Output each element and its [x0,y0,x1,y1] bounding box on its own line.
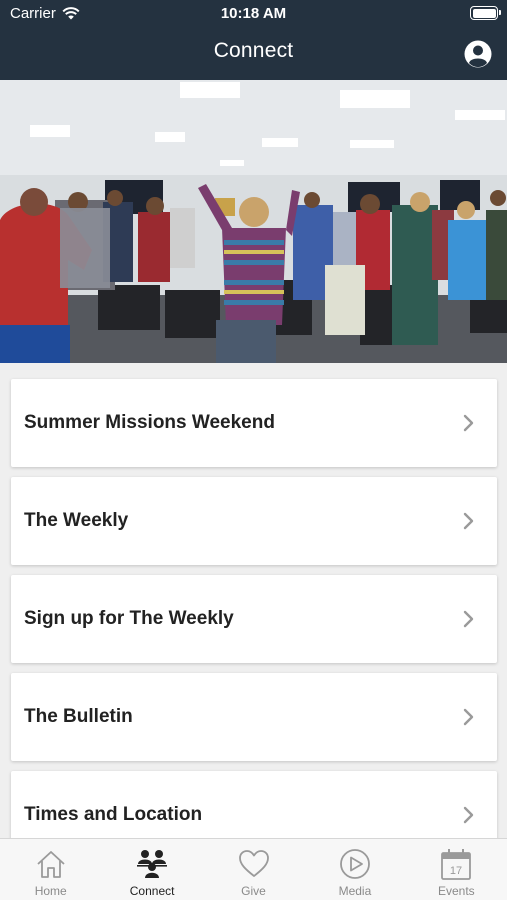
list-item-label: Sign up for The Weekly [24,608,234,629]
chevron-right-icon [463,512,474,530]
list-item-summer-missions[interactable]: Summer Missions Weekend [11,379,497,467]
hero-image [0,80,507,363]
page-title: Connect [213,39,294,62]
tab-media[interactable]: Media [304,839,405,900]
list-item-times-location[interactable]: Times and Location [11,771,497,838]
top-bar: Carrier 10:18 AM Connect [0,0,507,80]
list-item-label: The Bulletin [24,706,133,727]
list-item-label: The Weekly [24,510,129,531]
battery-icon [470,6,501,20]
list-item-the-weekly[interactable]: The Weekly [11,477,497,565]
heart-icon [238,850,269,877]
tab-bar: Home Connect Give Media 17 Events [0,838,507,900]
calendar-day: 17 [450,865,462,877]
status-bar: Carrier 10:18 AM [0,0,507,28]
tab-label: Home [34,884,67,898]
user-circle-icon[interactable] [464,40,492,68]
tab-label: Media [338,884,372,898]
clock: 10:18 AM [220,5,287,22]
home-icon [37,851,65,878]
chevron-right-icon [463,806,474,824]
tab-connect[interactable]: Connect [101,839,202,900]
link-list: Summer Missions Weekend The Weekly Sign … [0,363,507,838]
tab-events[interactable]: 17 Events [406,839,507,900]
chevron-right-icon [463,610,474,628]
tab-label: Connect [129,884,175,898]
tab-label: Give [241,884,266,898]
chevron-right-icon [463,414,474,432]
list-item-the-bulletin[interactable]: The Bulletin [11,673,497,761]
tab-home[interactable]: Home [0,839,101,900]
list-item-label: Times and Location [24,804,203,825]
chevron-right-icon [463,708,474,726]
tab-give[interactable]: Give [203,839,304,900]
play-icon [340,849,370,879]
tab-label: Events [437,884,475,898]
people-icon [137,850,168,878]
worship-photo [0,80,507,363]
list-item-sign-up-weekly[interactable]: Sign up for The Weekly [11,575,497,663]
calendar-icon: 17 [441,849,472,880]
list-item-label: Summer Missions Weekend [24,412,275,433]
